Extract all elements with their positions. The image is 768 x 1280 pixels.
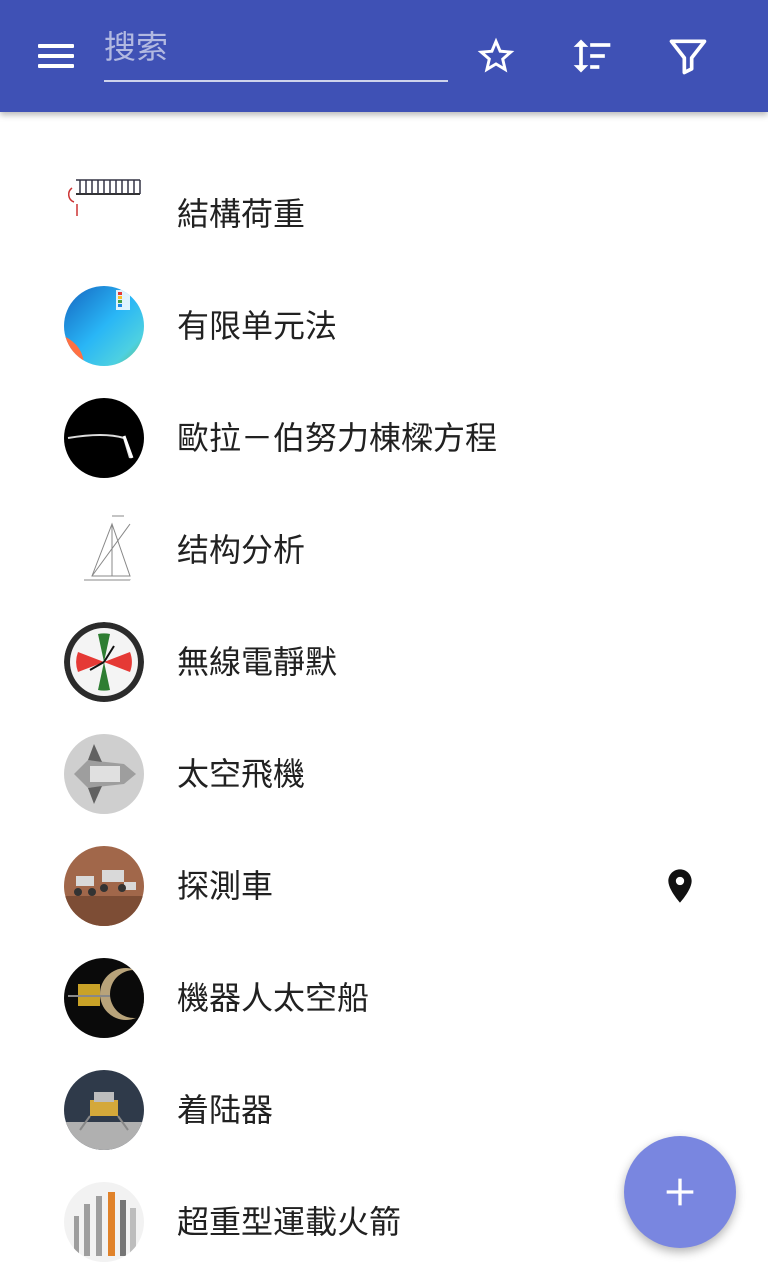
list-item[interactable]: 結構荷重: [0, 158, 768, 270]
item-thumbnail: [64, 734, 144, 814]
filter-icon[interactable]: [664, 32, 712, 80]
item-title: 太空飛機: [177, 755, 306, 793]
list-item[interactable]: 探測車: [0, 830, 768, 942]
app-bar: [0, 0, 768, 112]
item-title: 超重型運載火箭: [177, 1203, 402, 1241]
add-button[interactable]: [624, 1136, 736, 1248]
list-item[interactable]: 無線電靜默: [0, 606, 768, 718]
list-item[interactable]: 结构分析: [0, 494, 768, 606]
sort-icon[interactable]: [568, 32, 616, 80]
item-thumbnail: [64, 510, 144, 590]
plus-icon: [666, 1178, 694, 1206]
item-title: 探測車: [177, 867, 274, 905]
search-input[interactable]: [104, 24, 448, 82]
item-thumbnail: [64, 958, 144, 1038]
item-title: 有限单元法: [177, 307, 338, 345]
list-item[interactable]: 太空飛機: [0, 718, 768, 830]
list-item[interactable]: 歐拉－伯努力棟樑方程: [0, 382, 768, 494]
item-title: 结构分析: [177, 531, 306, 569]
location-pin-icon[interactable]: [660, 862, 700, 910]
item-thumbnail: [64, 286, 144, 366]
item-thumbnail: [64, 622, 144, 702]
item-thumbnail: [64, 1070, 144, 1150]
list-item[interactable]: 有限单元法: [0, 270, 768, 382]
item-title: 機器人太空船: [177, 979, 370, 1017]
list-item[interactable]: 機器人太空船: [0, 942, 768, 1054]
article-list: 結構荷重 有限单元法 歐拉－伯努力棟樑方程 结构分析 無線電靜默 太空飛機 探測…: [0, 158, 768, 1278]
star-icon[interactable]: [472, 32, 520, 80]
item-title: 歐拉－伯努力棟樑方程: [177, 419, 498, 457]
item-title: 無線電靜默: [177, 643, 338, 681]
item-thumbnail: [64, 1182, 144, 1262]
item-title: 着陆器: [177, 1091, 274, 1129]
item-thumbnail: [64, 174, 144, 254]
hamburger-menu-icon[interactable]: [24, 32, 88, 80]
item-thumbnail: [64, 398, 144, 478]
item-title: 結構荷重: [177, 195, 306, 233]
item-thumbnail: [64, 846, 144, 926]
